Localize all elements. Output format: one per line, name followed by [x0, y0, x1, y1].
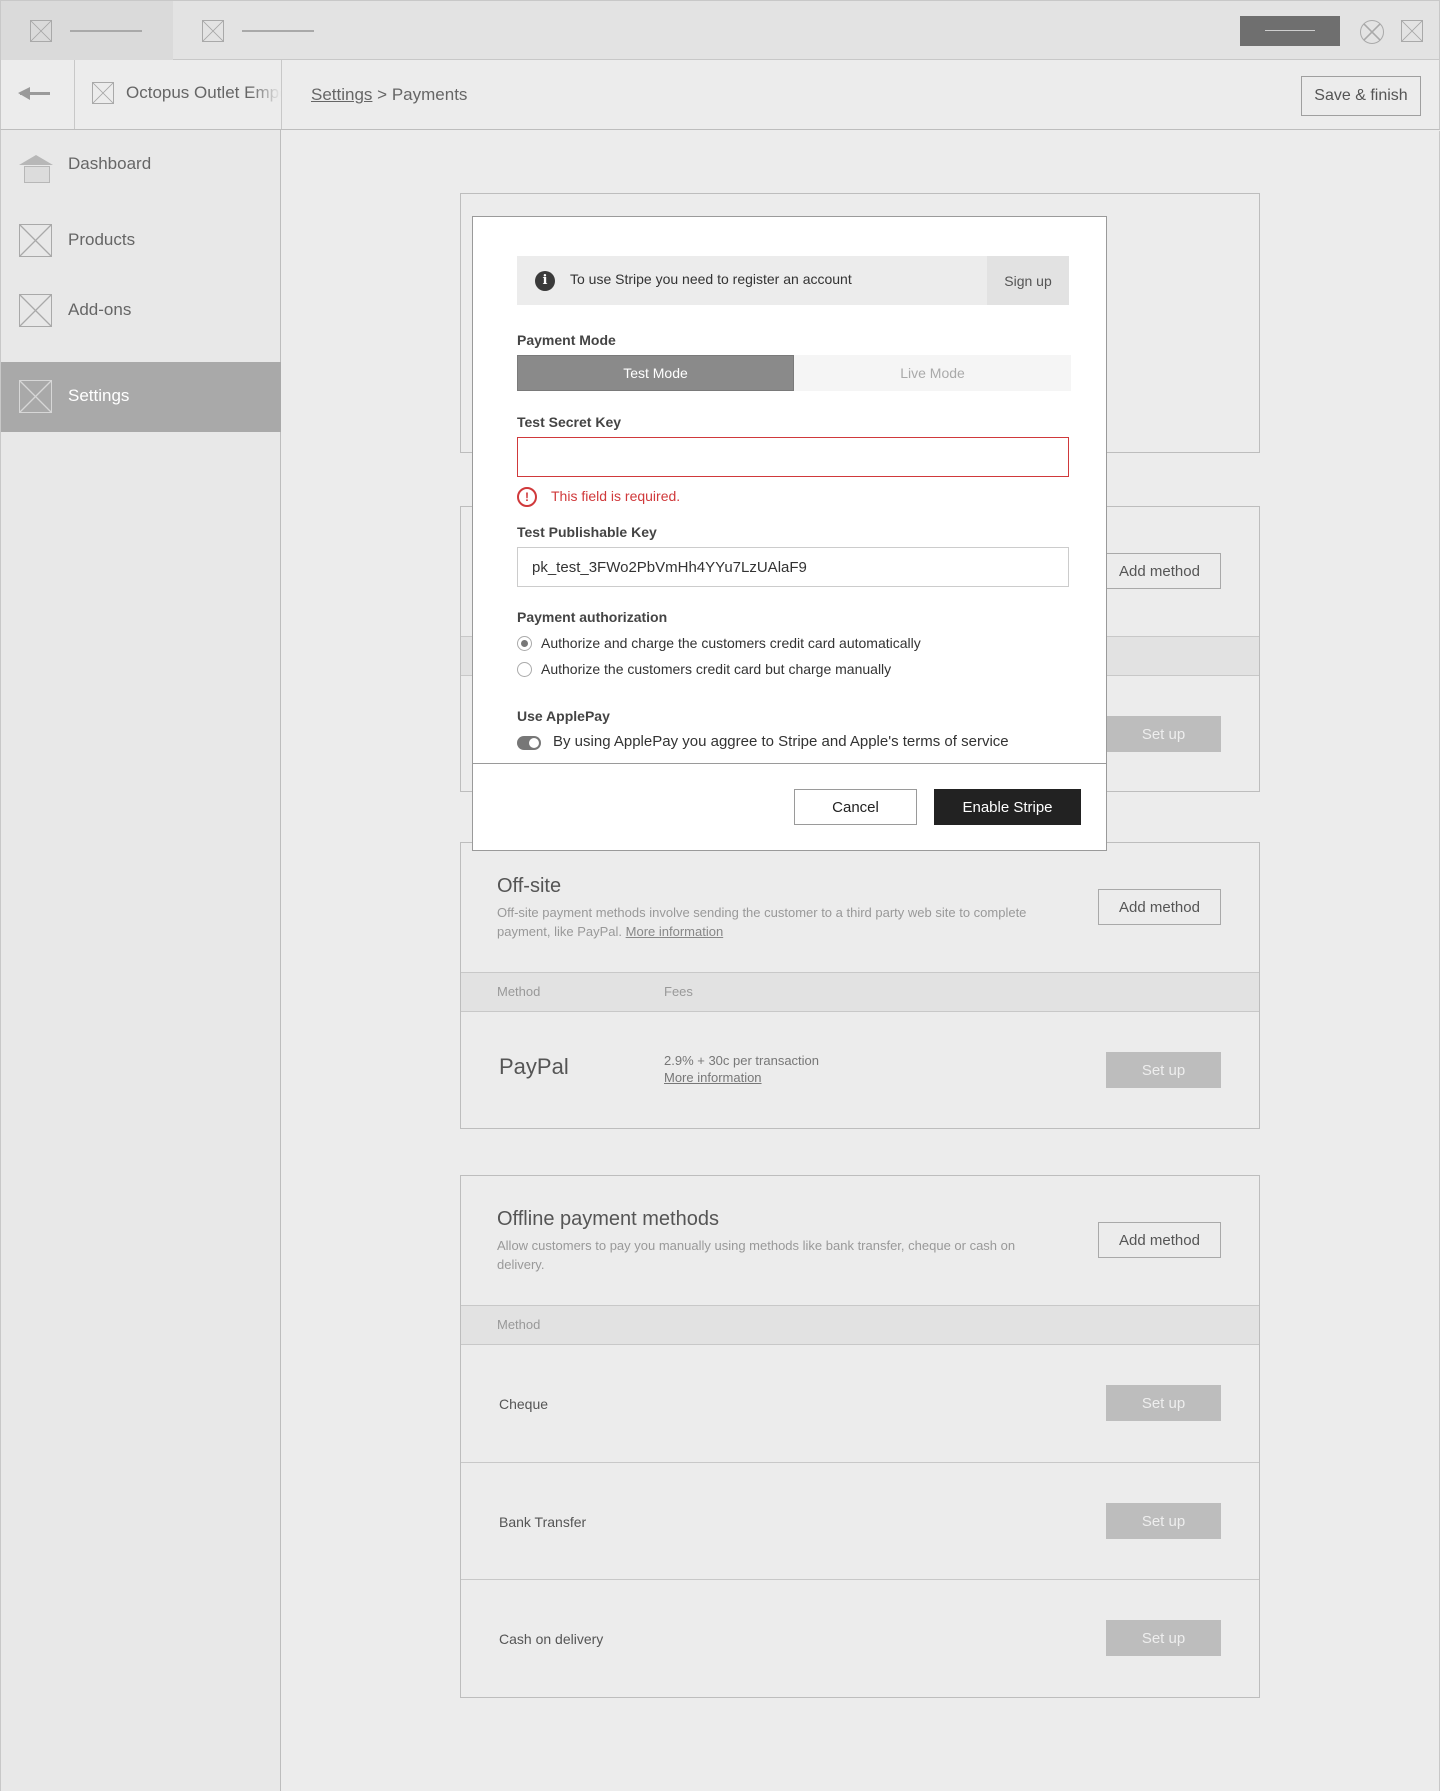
cash-on-delivery-setup-button[interactable]: Set up — [1106, 1620, 1221, 1656]
offsite-table-header: Method Fees — [461, 972, 1259, 1012]
table-row: Bank Transfer Set up — [461, 1462, 1259, 1579]
back-arrow-icon — [18, 87, 50, 100]
circle-close-icon[interactable] — [1360, 20, 1384, 44]
offsite-card: Off-site Off-site payment methods involv… — [460, 842, 1260, 1129]
tab-favicon-icon — [30, 20, 52, 42]
browser-chrome — [0, 0, 1440, 60]
info-icon: i — [535, 271, 555, 291]
sidebar-item-label: Add-ons — [68, 300, 132, 319]
radio-label: Authorize the customers credit card but … — [541, 661, 892, 677]
sidebar-item-products[interactable]: Products — [1, 206, 281, 276]
add-method-button[interactable]: Add method — [1098, 553, 1221, 589]
offsite-more-info-link[interactable]: More information — [626, 924, 724, 939]
sidebar-item-label: Products — [68, 230, 136, 249]
setup-button[interactable]: Set up — [1106, 716, 1221, 752]
offsite-description: Off-site payment methods involve sending… — [497, 903, 1057, 941]
table-row: Cheque Set up — [461, 1345, 1259, 1462]
sidebar: Dashboard Products Add-ons Settings — [0, 130, 281, 1791]
offline-card: Offline payment methods Allow customers … — [460, 1175, 1260, 1698]
radio-auto-charge[interactable] — [517, 636, 532, 651]
sidebar-item-label: Dashboard — [68, 154, 152, 173]
paypal-more-info-link[interactable]: More information — [664, 1069, 819, 1086]
register-notice: i To use Stripe you need to register an … — [517, 256, 1069, 305]
tab-title-placeholder — [242, 30, 314, 32]
paypal-fee-text: 2.9% + 30c per transaction — [664, 1053, 820, 1068]
paypal-setup-button[interactable]: Set up — [1106, 1052, 1221, 1088]
column-method: Method — [497, 1317, 541, 1332]
secret-key-label: Test Secret Key — [517, 414, 622, 430]
secret-key-input[interactable] — [517, 437, 1069, 477]
table-row: PayPal 2.9% + 30c per transaction More i… — [461, 1012, 1259, 1129]
home-icon — [19, 155, 53, 183]
enable-stripe-button[interactable]: Enable Stripe — [934, 789, 1081, 825]
offsite-add-method-button[interactable]: Add method — [1098, 889, 1221, 925]
products-icon — [19, 224, 52, 257]
browser-tab-inactive[interactable] — [173, 1, 353, 60]
paypal-fee: 2.9% + 30c per transaction More informat… — [664, 1052, 819, 1086]
sidebar-item-label: Settings — [68, 386, 130, 405]
bank-transfer-name: Bank Transfer — [499, 1514, 587, 1530]
table-row: Cash on delivery Set up — [461, 1579, 1259, 1697]
error-icon: ! — [517, 487, 537, 507]
radio-manual-charge[interactable] — [517, 662, 532, 677]
sign-up-button[interactable]: Sign up — [987, 256, 1069, 305]
cheque-name: Cheque — [499, 1396, 549, 1412]
publishable-key-input[interactable] — [517, 547, 1069, 587]
save-finish-button[interactable]: Save & finish — [1301, 76, 1421, 116]
settings-icon — [19, 380, 52, 413]
offline-table-header: Method — [461, 1305, 1259, 1345]
app-header: Octopus Outlet Emporium Settings > Payme… — [0, 60, 1440, 130]
stripe-setup-modal: i To use Stripe you need to register an … — [472, 216, 1107, 851]
cancel-button[interactable]: Cancel — [794, 789, 917, 825]
live-mode-button[interactable]: Live Mode — [794, 355, 1071, 391]
offsite-desc-text: Off-site payment methods involve sending… — [497, 905, 1027, 939]
breadcrumb-current: Payments — [391, 85, 468, 104]
offsite-title: Off-site — [497, 875, 562, 897]
offline-add-method-button[interactable]: Add method — [1098, 1222, 1221, 1258]
breadcrumb-settings-link[interactable]: Settings — [311, 85, 372, 104]
browser-tab-active[interactable] — [1, 1, 173, 60]
paypal-name: PayPal — [499, 1054, 569, 1079]
store-name-fade — [251, 60, 281, 129]
applepay-label: Use ApplePay — [517, 708, 610, 724]
test-mode-button[interactable]: Test Mode — [517, 355, 794, 391]
breadcrumb: Settings > Payments — [311, 85, 467, 105]
column-method: Method — [497, 984, 541, 999]
sidebar-item-add-ons[interactable]: Add-ons — [1, 276, 281, 346]
store-selector[interactable]: Octopus Outlet Emporium — [75, 60, 282, 129]
tab-title-placeholder — [70, 30, 142, 32]
error-message: This field is required. — [551, 488, 681, 504]
tab-favicon-icon — [202, 20, 224, 42]
breadcrumb-separator: > — [377, 85, 388, 104]
bank-transfer-setup-button[interactable]: Set up — [1106, 1503, 1221, 1539]
column-fees: Fees — [664, 984, 693, 999]
sidebar-item-dashboard[interactable]: Dashboard — [1, 130, 281, 200]
store-logo-icon — [92, 82, 114, 104]
applepay-terms-text: By using ApplePay you aggree to Stripe a… — [553, 733, 1009, 750]
payment-mode-label: Payment Mode — [517, 332, 616, 348]
window-close-icon[interactable] — [1401, 20, 1423, 42]
applepay-toggle[interactable] — [517, 736, 541, 750]
offline-description: Allow customers to pay you manually usin… — [497, 1238, 1016, 1272]
cheque-setup-button[interactable]: Set up — [1106, 1385, 1221, 1421]
add-ons-icon — [19, 294, 52, 327]
modal-footer: Cancel Enable Stripe — [473, 763, 1106, 850]
cash-on-delivery-name: Cash on delivery — [499, 1631, 604, 1647]
payment-authorization-label: Payment authorization — [517, 609, 668, 625]
back-button[interactable] — [1, 60, 75, 129]
chrome-action-button[interactable] — [1240, 16, 1340, 46]
publishable-key-label: Test Publishable Key — [517, 524, 657, 540]
sidebar-item-settings[interactable]: Settings — [1, 362, 281, 432]
radio-label: Authorize and charge the customers credi… — [541, 635, 921, 651]
notice-text: To use Stripe you need to register an ac… — [570, 271, 852, 287]
offline-title: Offline payment methods — [497, 1208, 719, 1230]
payment-mode-toggle: Test Mode Live Mode — [517, 355, 1071, 391]
